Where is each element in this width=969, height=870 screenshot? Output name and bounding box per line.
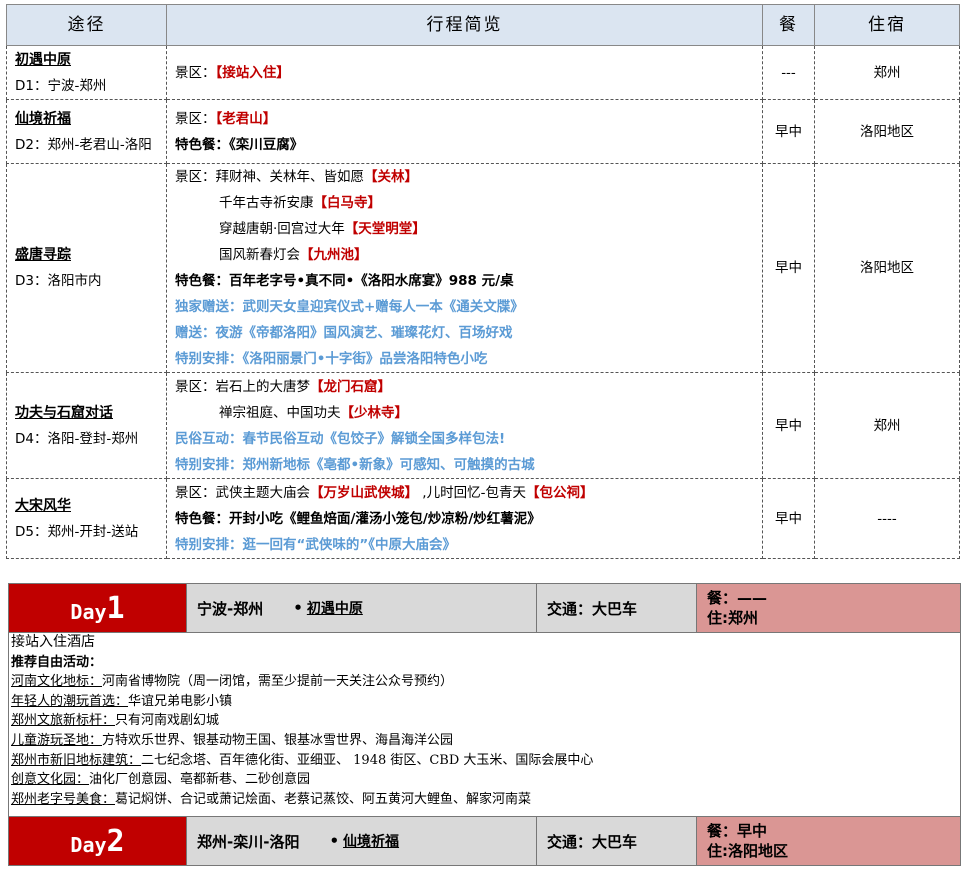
table-row: 功夫与石窟对话 D4：洛阳-登封-郑州 景区：岩石上的大唐梦【龙门石窟】 禅宗祖… xyxy=(6,372,960,479)
itinerary-line: 景区：拜财神、关林年、皆如愿【关林】 xyxy=(175,169,418,185)
day2-banner: Day 2 郑州-栾川-洛阳 • 仙境祈福 交通：大巴车 餐：早中 住:洛阳地区 xyxy=(8,816,961,866)
header-meal: 餐 xyxy=(762,4,815,46)
itinerary-line: 景区：【老君山】 xyxy=(175,110,277,127)
table-header-row: 途径 行程简览 餐 住宿 xyxy=(6,4,960,46)
itinerary-cell: 景区：【老君山】 特色餐：《栾川豆腐》 xyxy=(166,99,763,164)
route-day: D2：郑州-老君山-洛阳 xyxy=(15,136,152,153)
table-row: 大宋风华 D5：郑州-开封-送站 景区：武侠主题大庙会【万岁山武侠城】 ,儿时回… xyxy=(6,478,960,559)
itinerary-line: 景区：武侠主题大庙会【万岁山武侠城】 ,儿时回忆-包青天【包公祠】 xyxy=(175,484,594,501)
itinerary-line: 景区：【接站入住】 xyxy=(175,64,290,81)
special-arrangement-line: 特别安排：《洛阳丽景门•十字街》品尝洛阳特色小吃 xyxy=(175,351,488,367)
itinerary-line: 景区：岩石上的大唐梦【龙门石窟】 xyxy=(175,378,391,395)
list-item: 年轻人的潮玩首选：华谊兄弟电影小镇 xyxy=(11,693,233,709)
itinerary-cell: 景区：拜财神、关林年、皆如愿【关林】 千年古寺祈安康【白马寺】 穿越唐朝·回宫过… xyxy=(166,163,763,373)
day1-meal-stay: 餐：—— 住:郑州 xyxy=(696,584,960,632)
list-item: 创意文化园：油化厂创意园、亳都新巷、二砂创意园 xyxy=(11,772,311,788)
route-title: 盛唐寻踪 xyxy=(15,247,71,263)
route-cell: 功夫与石窟对话 D4：洛阳-登封-郑州 xyxy=(6,372,167,479)
route-day: D5：郑州-开封-送站 xyxy=(15,523,139,540)
special-arrangement-line: 特别安排：郑州新地标《亳都•新象》可感知、可触摸的古城 xyxy=(175,456,535,473)
itinerary-table: 途径 行程简览 餐 住宿 初遇中原 D1：宁波-郑州 景区：【接站入住】 ---… xyxy=(6,4,960,559)
day1-transport: 交通：大巴车 xyxy=(536,584,696,632)
header-stay: 住宿 xyxy=(814,4,960,46)
route-title: 功夫与石窟对话 xyxy=(15,404,113,421)
day1-route: 宁波-郑州 • 初遇中原 xyxy=(186,584,536,632)
itinerary-cell: 景区：岩石上的大唐梦【龙门石窟】 禅宗祖庭、中国功夫【少林寺】 民俗互动：春节民… xyxy=(166,372,763,479)
meal-cell: 早中 xyxy=(762,163,815,373)
route-day: D3：洛阳市内 xyxy=(15,273,102,289)
stay-cell: 洛阳地区 xyxy=(814,99,960,164)
stay-cell: 郑州 xyxy=(814,45,960,100)
day2-transport: 交通：大巴车 xyxy=(536,817,696,865)
table-row: 仙境祈福 D2：郑州-老君山-洛阳 景区：【老君山】 特色餐：《栾川豆腐》 早中… xyxy=(6,99,960,164)
meal-cell: --- xyxy=(762,45,815,100)
route-cell: 初遇中原 D1：宁波-郑州 xyxy=(6,45,167,100)
meal-cell: 早中 xyxy=(762,372,815,479)
day1-label: Day 1 xyxy=(9,584,186,632)
special-meal-line: 特色餐：开封小吃《鲤鱼焙面/灌汤小笼包/炒凉粉/炒红薯泥》 xyxy=(175,510,541,527)
itinerary-line: 穿越唐朝·回宫过大年【天堂明堂】 xyxy=(219,221,426,237)
day1-lead: 接站入住酒店 xyxy=(11,634,95,650)
header-route: 途径 xyxy=(6,4,167,46)
day1-stay: 住:郑州 xyxy=(707,609,758,627)
day2-route: 郑州-栾川-洛阳 • 仙境祈福 xyxy=(186,817,536,865)
list-item: 郑州文旅新标杆：只有河南戏剧幻城 xyxy=(11,713,220,729)
route-cell: 仙境祈福 D2：郑州-老君山-洛阳 xyxy=(6,99,167,164)
gift-line: 独家赠送：武则天女皇迎宾仪式+赠每人一本《通关文牒》 xyxy=(175,299,524,315)
day2-theme: 仙境祈福 xyxy=(343,834,400,850)
stay-cell: 洛阳地区 xyxy=(814,163,960,373)
special-meal-line: 特色餐：百年老字号•真不同•《洛阳水席宴》988 元/桌 xyxy=(175,273,514,289)
special-meal-line: 特色餐：《栾川豆腐》 xyxy=(175,136,304,153)
day2-label: Day 2 xyxy=(9,817,186,865)
day1-meal: 餐：—— xyxy=(707,589,768,607)
itinerary-line: 千年古寺祈安康【白马寺】 xyxy=(219,195,381,211)
gift-line: 赠送：夜游《帝都洛阳》国风演艺、璀璨花灯、百场好戏 xyxy=(175,325,513,341)
day2-stay: 住:洛阳地区 xyxy=(707,842,788,860)
route-title: 仙境祈福 xyxy=(15,110,71,127)
table-row: 初遇中原 D1：宁波-郑州 景区：【接站入住】 --- 郑州 xyxy=(6,45,960,100)
day1-banner: Day 1 宁波-郑州 • 初遇中原 交通：大巴车 餐：—— 住:郑州 xyxy=(8,583,961,633)
itinerary-cell: 景区：【接站入住】 xyxy=(166,45,763,100)
itinerary-line: 国风新春灯会【九州池】 xyxy=(219,247,368,263)
meal-cell: 早中 xyxy=(762,99,815,164)
list-item: 河南文化地标：河南省博物院（周一闭馆，需至少提前一天关注公众号预约） xyxy=(11,674,454,690)
day1-theme: 初遇中原 xyxy=(306,601,363,617)
route-day: D4：洛阳-登封-郑州 xyxy=(15,430,139,447)
itinerary-line: 禅宗祖庭、中国功夫【少林寺】 xyxy=(219,404,408,421)
route-title: 大宋风华 xyxy=(15,497,71,514)
list-item: 郑州老字号美食：葛记焖饼、合记或萧记烩面、老蔡记蒸饺、阿五黄河大鲤鱼、解家河南菜 xyxy=(11,791,532,807)
table-row: 盛唐寻踪 D3：洛阳市内 景区：拜财神、关林年、皆如愿【关林】 千年古寺祈安康【… xyxy=(6,163,960,373)
folk-activity-line: 民俗互动：春节民俗互动《包饺子》解锁全国多样包法! xyxy=(175,430,506,447)
header-itinerary: 行程简览 xyxy=(166,4,763,46)
day2-meal-stay: 餐：早中 住:洛阳地区 xyxy=(696,817,960,865)
day2-meal: 餐：早中 xyxy=(707,822,768,840)
day1-subheading: 推荐自由活动： xyxy=(11,654,103,670)
meal-cell: 早中 xyxy=(762,478,815,559)
route-day: D1：宁波-郑州 xyxy=(15,77,107,94)
list-item: 儿童游玩圣地：方特欢乐世界、银基动物王国、银基冰雪世界、海昌海洋公园 xyxy=(11,732,454,748)
stay-cell: 郑州 xyxy=(814,372,960,479)
route-title: 初遇中原 xyxy=(15,51,71,68)
stay-cell: ---- xyxy=(814,478,960,559)
route-cell: 盛唐寻踪 D3：洛阳市内 xyxy=(6,163,167,373)
route-cell: 大宋风华 D5：郑州-开封-送站 xyxy=(6,478,167,559)
day1-detail: 接站入住酒店 推荐自由活动： 河南文化地标：河南省博物院（周一闭馆，需至少提前一… xyxy=(8,633,961,816)
itinerary-cell: 景区：武侠主题大庙会【万岁山武侠城】 ,儿时回忆-包青天【包公祠】 特色餐：开封… xyxy=(166,478,763,559)
special-arrangement-line: 特别安排：逛一回有“武侠味的”《中原大庙会》 xyxy=(175,536,456,553)
list-item: 郑州市新旧地标建筑：二七纪念塔、百年德化街、亚细亚、 1948 街区、CBD 大… xyxy=(11,752,594,768)
